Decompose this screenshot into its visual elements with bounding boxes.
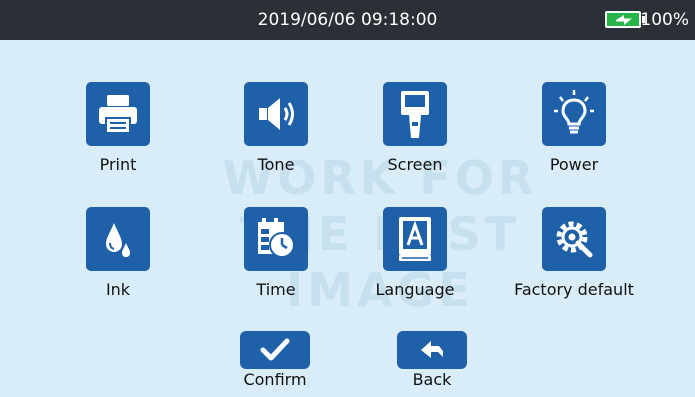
language-label: Language (375, 280, 455, 299)
handheld-screen-icon (401, 91, 429, 138)
speaker-icon (259, 98, 294, 130)
factory-default-label: Factory default (514, 280, 634, 299)
battery-charging-icon (605, 11, 645, 28)
checkmark-icon (260, 338, 290, 361)
datetime-display: 2019/06/06 09:18:00 (257, 10, 438, 30)
ink-tile[interactable]: Ink (53, 207, 183, 317)
printer-icon (99, 95, 137, 134)
factory-default-icon-box[interactable] (542, 207, 606, 271)
factory-default-tile[interactable]: Factory default (509, 207, 639, 317)
back-icon-box[interactable] (397, 331, 467, 369)
screen-label: Screen (387, 155, 443, 174)
print-tile[interactable]: Print (53, 82, 183, 192)
screen-icon-box[interactable] (383, 82, 447, 146)
ink-drop-icon (106, 223, 130, 257)
status-bar: 2019/06/06 09:18:00 100% (0, 0, 695, 40)
tone-icon-box[interactable] (244, 82, 308, 146)
charging-bolt-icon (616, 15, 632, 25)
calendar-clock-icon (258, 218, 295, 258)
ink-label: Ink (105, 280, 131, 299)
print-label: Print (99, 155, 137, 174)
confirm-label: Confirm (243, 370, 307, 389)
back-arrow-icon (421, 341, 443, 358)
battery-percentage: 100% (640, 10, 689, 30)
ink-icon-box[interactable] (86, 207, 150, 271)
screen-tile[interactable]: Screen (350, 82, 480, 192)
gear-wrench-icon (556, 221, 593, 258)
time-tile[interactable]: Time (211, 207, 341, 317)
confirm-icon-box[interactable] (240, 331, 310, 369)
print-icon-box[interactable] (86, 82, 150, 146)
time-icon-box[interactable] (244, 207, 308, 271)
language-icon-box[interactable] (383, 207, 447, 271)
power-icon-box[interactable] (542, 82, 606, 146)
confirm-button[interactable]: Confirm (220, 331, 330, 395)
language-book-icon (399, 217, 431, 261)
language-tile[interactable]: Language (350, 207, 480, 317)
power-tile[interactable]: Power (509, 82, 639, 192)
lightbulb-icon (554, 90, 594, 134)
tone-tile[interactable]: Tone (211, 82, 341, 192)
back-label: Back (412, 370, 452, 389)
back-button[interactable]: Back (377, 331, 487, 395)
settings-page: WORK FOR THE BEST IMAGE Print Tone Scree… (0, 40, 695, 397)
power-label: Power (549, 155, 599, 174)
